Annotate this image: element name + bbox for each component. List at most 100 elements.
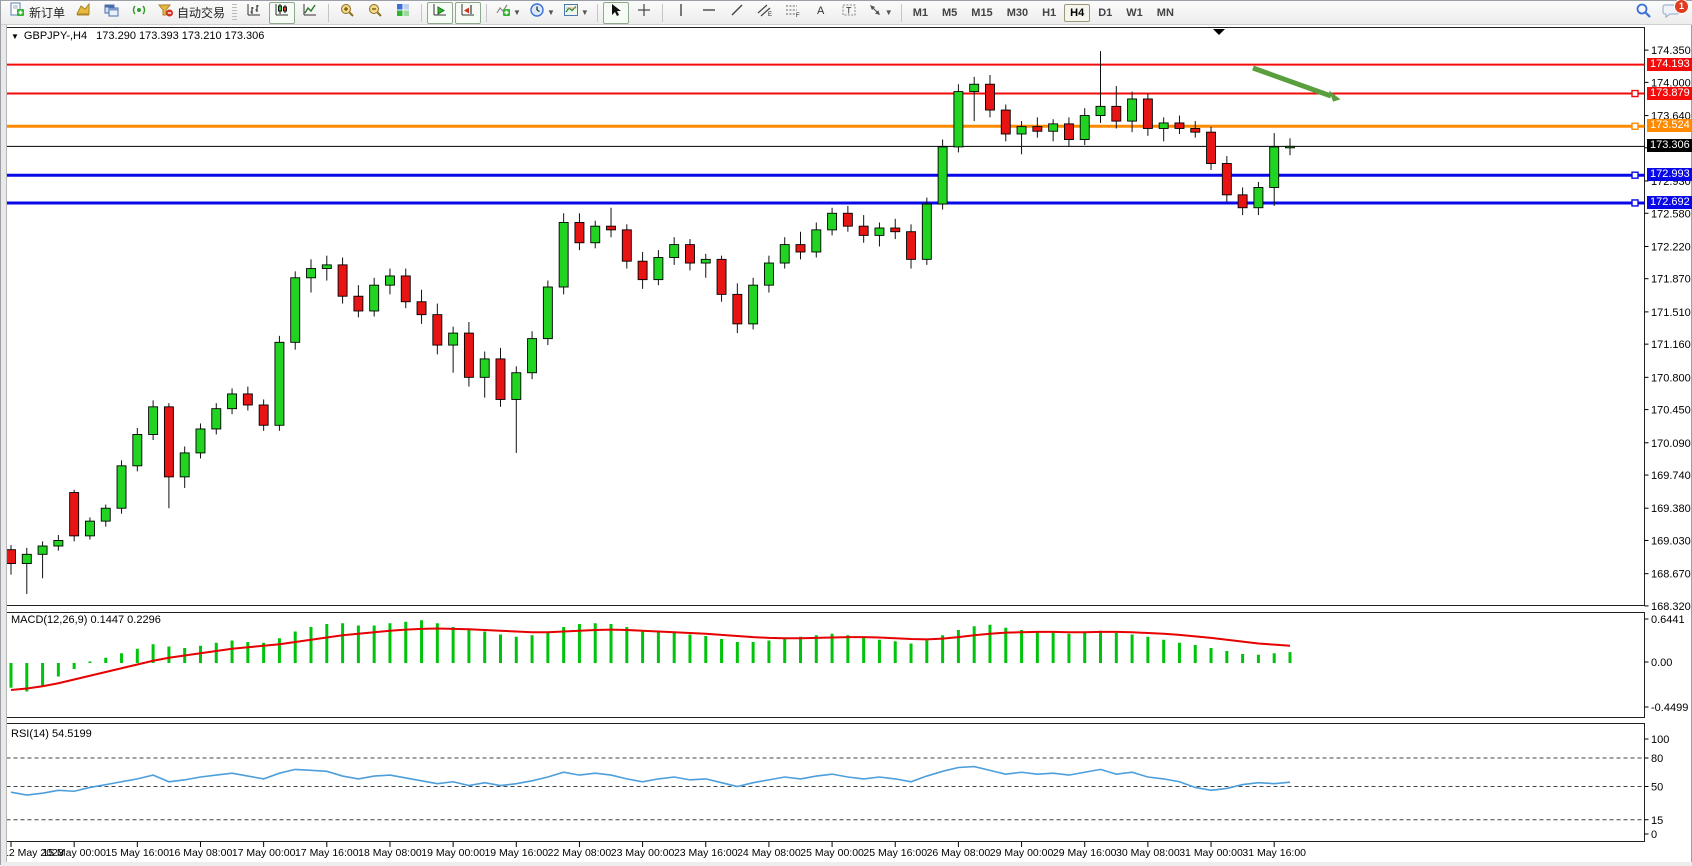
chart-candles-button[interactable] (269, 2, 295, 24)
chart-bars-button[interactable] (241, 2, 267, 24)
candle (1238, 195, 1247, 208)
text-button[interactable]: A (808, 2, 834, 24)
timeframe-group: M1M5M15M30H1H4D1W1MN (906, 4, 1181, 22)
candle (701, 259, 710, 263)
zoom-in-button[interactable] (334, 2, 360, 24)
tf-button-D1[interactable]: D1 (1092, 4, 1118, 22)
svg-text:A: A (817, 5, 825, 17)
fibonacci-button[interactable]: F (780, 2, 806, 24)
tile-windows-button[interactable] (390, 2, 416, 24)
macd-signal-line (11, 629, 1290, 691)
auto-scroll-button[interactable] (427, 2, 453, 24)
profiles-button[interactable] (98, 2, 124, 24)
rsi-tick-label: 15 (1651, 815, 1663, 827)
separator (662, 4, 663, 22)
zoom-out-button[interactable] (362, 2, 388, 24)
candle (1254, 187, 1263, 207)
candle (1285, 146, 1294, 147)
auto-trading-button[interactable]: 自动交易 (154, 2, 228, 24)
ohlc-values: 173.290 173.393 173.210 173.306 (96, 30, 264, 42)
candle (212, 409, 221, 429)
candle (891, 228, 900, 232)
candle (1159, 123, 1168, 129)
level-handle[interactable] (1632, 123, 1638, 129)
price-tick-label: 170.450 (1651, 405, 1691, 417)
candle (685, 245, 694, 263)
candle (1222, 163, 1231, 194)
level-handle[interactable] (1632, 91, 1638, 97)
profiles-icon (103, 2, 119, 23)
tf-button-M5[interactable]: M5 (936, 4, 963, 22)
new-chart-button[interactable] (70, 2, 96, 24)
templates-button[interactable]: ▼ (560, 2, 592, 24)
tf-button-M30[interactable]: M30 (1001, 4, 1034, 22)
tf-button-H1[interactable]: H1 (1036, 4, 1062, 22)
price-tick-label: 171.870 (1651, 274, 1691, 286)
tile-windows-icon (395, 2, 411, 23)
arrows-button[interactable]: ▼ (864, 2, 896, 24)
time-axis-label: 24 May 08:00 (737, 847, 801, 859)
separator (328, 4, 329, 22)
crosshair-icon (636, 2, 652, 23)
tf-button-M1[interactable]: M1 (907, 4, 934, 22)
vertical-line-button[interactable] (668, 2, 694, 24)
rsi-line (11, 767, 1290, 796)
annotation-arrow[interactable] (1253, 68, 1331, 96)
indicators-button[interactable]: ▼ (492, 2, 524, 24)
candle (607, 226, 616, 230)
candle (1270, 147, 1279, 188)
tf-button-M15[interactable]: M15 (965, 4, 998, 22)
price-tick-label: 172.220 (1651, 241, 1691, 253)
tf-button-MN[interactable]: MN (1151, 4, 1180, 22)
candle (970, 84, 979, 91)
periods-button[interactable]: ▼ (526, 2, 558, 24)
candle (117, 466, 126, 508)
horizontal-line-button[interactable] (696, 2, 722, 24)
candle (401, 276, 410, 302)
time-axis-label: 15 May 00:00 (42, 847, 106, 859)
cursor-button[interactable] (603, 2, 629, 24)
signals-button[interactable] (126, 2, 152, 24)
time-axis-label: 15 May 16:00 (105, 847, 169, 859)
chart-line-button[interactable] (297, 2, 323, 24)
separator (901, 4, 902, 22)
time-axis-label: 30 May 08:00 (1116, 847, 1180, 859)
time-axis-label: 23 May 16:00 (674, 847, 738, 859)
candle (385, 276, 394, 285)
chart-shift-marker[interactable] (1213, 29, 1225, 35)
new-order-button[interactable]: 新订单 (6, 2, 68, 24)
candle (749, 285, 758, 324)
candle (859, 226, 868, 235)
price-tick-label: 169.740 (1651, 470, 1691, 482)
tf-button-W1[interactable]: W1 (1120, 4, 1149, 22)
equidistant-channel-icon: E (756, 2, 773, 23)
crosshair-button[interactable] (631, 2, 657, 24)
chart-canvas[interactable]: 174.350174.000173.640173.290172.930172.5… (1, 25, 1692, 866)
chart-shift-button[interactable] (455, 2, 481, 24)
candle (1096, 106, 1105, 115)
candle (1033, 127, 1042, 132)
text-label-button[interactable]: T (836, 2, 862, 24)
candle (275, 342, 284, 425)
level-handle[interactable] (1632, 200, 1638, 206)
templates-icon (563, 2, 579, 23)
chat-button[interactable]: 1 (1658, 2, 1684, 24)
price-level-badge: 174.193 (1647, 58, 1692, 71)
candle (307, 269, 316, 278)
periods-clock-icon (529, 2, 545, 23)
new-chart-icon (75, 2, 91, 23)
tf-button-H4[interactable]: H4 (1064, 4, 1090, 22)
candle (1207, 132, 1216, 163)
candle (133, 434, 142, 465)
search-button[interactable] (1630, 2, 1656, 24)
trendline-button[interactable] (724, 2, 750, 24)
candle (464, 333, 473, 377)
price-tick-label: 168.320 (1651, 601, 1691, 613)
level-handle[interactable] (1632, 172, 1638, 178)
equidistant-channel-button[interactable]: E (752, 2, 778, 24)
time-axis-label: 17 May 16:00 (295, 847, 359, 859)
rsi-tick-label: 0 (1651, 829, 1657, 841)
one-click-collapse-icon[interactable]: ▼ (11, 32, 19, 41)
cursor-icon (608, 2, 624, 23)
time-axis-label: 19 May 00:00 (421, 847, 485, 859)
